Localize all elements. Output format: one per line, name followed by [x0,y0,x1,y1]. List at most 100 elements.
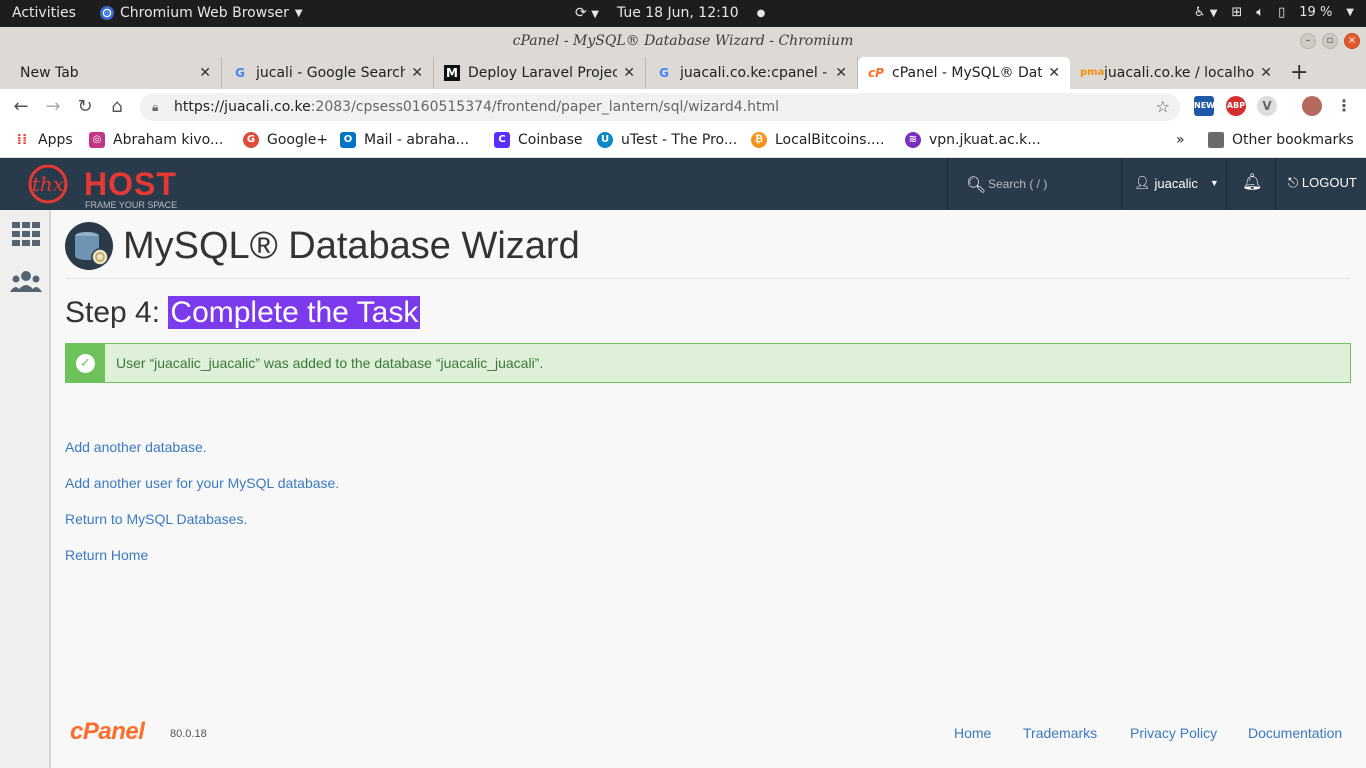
bookmark-vpn[interactable]: ≋ vpn.jkuat.ac.k... [905,132,1041,148]
home-icon[interactable]: ⌂ [106,96,128,117]
clock[interactable]: Tue 18 Jun, 12:10 [617,5,739,21]
profile-avatar[interactable] [1302,96,1322,116]
window-controls: – ▫ × [1300,33,1360,49]
instagram-icon: ◎ [89,132,105,148]
overflow-chevron-icon: » [1176,132,1185,148]
bookmark-apps[interactable]: ⁞⁞ Apps [14,132,73,148]
page-header: MySQL® Database Wizard [65,222,580,270]
close-icon[interactable]: ✕ [411,65,423,81]
bookmark-label: uTest - The Pro... [621,132,738,148]
minimize-button[interactable]: – [1300,33,1316,49]
bookmark-utest[interactable]: U uTest - The Pro... [597,132,737,148]
tab-cpanel-mysql[interactable]: cP cPanel - MySQL® Data ✕ [858,57,1070,89]
footer-home-link[interactable]: Home [954,725,991,741]
return-home-link[interactable]: Return Home [65,547,148,563]
battery-icon: ▯ [1278,5,1286,20]
return-mysql-link[interactable]: Return to MySQL Databases. [65,511,247,527]
add-database-link[interactable]: Add another database. [65,439,207,455]
add-user-link[interactable]: Add another user for your MySQL database… [65,475,339,491]
refresh-icon[interactable]: ⟳ ▼ [575,5,599,21]
version-number: 80.0.18 [170,728,207,740]
grid-icon[interactable] [10,220,42,248]
close-window-button[interactable]: × [1344,33,1360,49]
navigation-bar: ← → ↻ ⌂ 🔒︎ https://juacali.co.ke:2083/cp… [0,89,1366,125]
address-bar[interactable]: 🔒︎ https://juacali.co.ke:2083/cpsess0160… [140,93,1180,121]
tab-phpmyadmin[interactable]: pma juacali.co.ke / localho ✕ [1070,57,1282,89]
close-icon[interactable]: ✕ [835,65,847,81]
bookmark-label: Abraham kivo... [113,132,224,148]
folder-icon [1208,132,1224,148]
wifi-icon: ≋ [905,132,921,148]
battery-level: 19 % [1299,5,1333,20]
brand-name: HOST [84,166,177,202]
logout-button[interactable]: ⎋ LOGOUT [1288,175,1357,191]
bell-icon[interactable]: 🔔︎ [1242,172,1262,191]
tab-label: juacali.co.ke / localho [1104,65,1255,81]
notification-dot-icon: ● [756,7,766,19]
footer-privacy-link[interactable]: Privacy Policy [1130,725,1217,741]
tab-label: cPanel - MySQL® Data [892,65,1043,81]
back-arrow-icon[interactable]: ← [10,96,32,117]
host-logo[interactable]: thx HOST FRAME YOUR SPACE [18,164,177,210]
bookmark-instagram[interactable]: ◎ Abraham kivo... [89,132,223,148]
other-bookmarks[interactable]: Other bookmarks [1208,132,1354,148]
url-host: https://juacali.co.ke [174,99,311,115]
new-extension-icon[interactable]: NEW [1194,96,1215,116]
close-icon[interactable]: ✕ [1260,65,1272,81]
footer-documentation-link[interactable]: Documentation [1248,725,1342,741]
reload-icon[interactable]: ↻ [74,96,96,117]
bookmark-star-icon[interactable]: ☆ [1156,93,1170,121]
bookmarks-overflow-button[interactable]: » [1176,132,1185,148]
forward-arrow-icon[interactable]: → [42,96,64,117]
tab-strip: New Tab ✕ G jucali - Google Search ✕ M D… [0,55,1366,89]
title-divider [65,278,1351,279]
user-menu[interactable]: 👤︎ juacalic ▼ [1134,175,1219,191]
users-icon[interactable] [10,268,42,296]
step-heading: Step 4: Complete the Task [65,296,421,330]
tab-new-tab[interactable]: New Tab ✕ [10,57,222,89]
bookmarks-bar: ⁞⁞ Apps ◎ Abraham kivo... G Google+ O Ma… [0,125,1366,158]
tab-cpanel-google[interactable]: G juacali.co.ke:cpanel - G ✕ [646,57,858,89]
caret-down-icon: ▼ [1209,178,1219,188]
coinbase-icon: C [494,132,510,148]
search-icon[interactable]: 🔍︎ [966,175,986,194]
brand-tagline: FRAME YOUR SPACE [85,200,178,210]
volume-icon: 🔈︎ [1256,5,1265,20]
footer-trademarks-link[interactable]: Trademarks [1023,725,1097,741]
header-divider [1121,158,1122,210]
bookmark-google-plus[interactable]: G Google+ [243,132,328,148]
thx-logo-mark: thx [28,164,68,204]
bookmark-localbitcoins[interactable]: ₿ LocalBitcoins.... [751,132,884,148]
outlook-icon: O [340,132,356,148]
os-top-bar: Activities Chromium Web Browser ▼ ⟳ ▼ Tu… [0,0,1366,27]
lock-icon[interactable]: 🔒︎ [152,93,158,121]
page-title: MySQL® Database Wizard [123,224,580,267]
bookmark-coinbase[interactable]: C Coinbase [494,132,582,148]
tab-label: New Tab [20,65,79,81]
clock-area: ⟳ ▼ Tue 18 Jun, 12:10 ● [575,5,765,21]
tab-label: Deploy Laravel Projec [468,65,618,81]
search-input[interactable] [988,172,1108,196]
extension-v-icon[interactable]: V [1257,96,1277,116]
new-tab-button[interactable]: + [1290,60,1308,85]
apps-grid-icon: ⁞⁞ [16,132,28,148]
adblock-icon[interactable]: ABP [1226,96,1246,116]
user-icon: 👤︎ [1134,175,1151,190]
close-icon[interactable]: ✕ [1048,65,1060,81]
tab-deploy-laravel[interactable]: M Deploy Laravel Projec ✕ [434,57,646,89]
cpanel-logo[interactable]: cPanel [70,718,145,746]
maximize-button[interactable]: ▫ [1322,33,1338,49]
close-icon[interactable]: ✕ [623,65,635,81]
success-alert: ✓ User “juacalic_juacalic” was added to … [65,343,1351,383]
accessibility-icon[interactable]: ♿ ▼ [1194,5,1218,20]
system-tray[interactable]: ♿ ▼ ⊞ 🔈︎ ▯ 19 % ▼ [1194,5,1354,20]
tab-google-search[interactable]: G jucali - Google Search ✕ [222,57,434,89]
url-path: :2083/cpsess0160515374/frontend/paper_la… [310,99,780,115]
step-prefix: Step 4: [65,296,169,329]
close-icon[interactable]: ✕ [199,65,211,81]
activities-button[interactable]: Activities [12,5,76,21]
checkmark-icon: ✓ [76,354,95,373]
menu-kebab-icon[interactable]: ⋮ [1334,96,1354,116]
bookmark-mail[interactable]: O Mail - abraha... [340,132,469,148]
app-menu[interactable]: Chromium Web Browser ▼ [100,5,303,21]
